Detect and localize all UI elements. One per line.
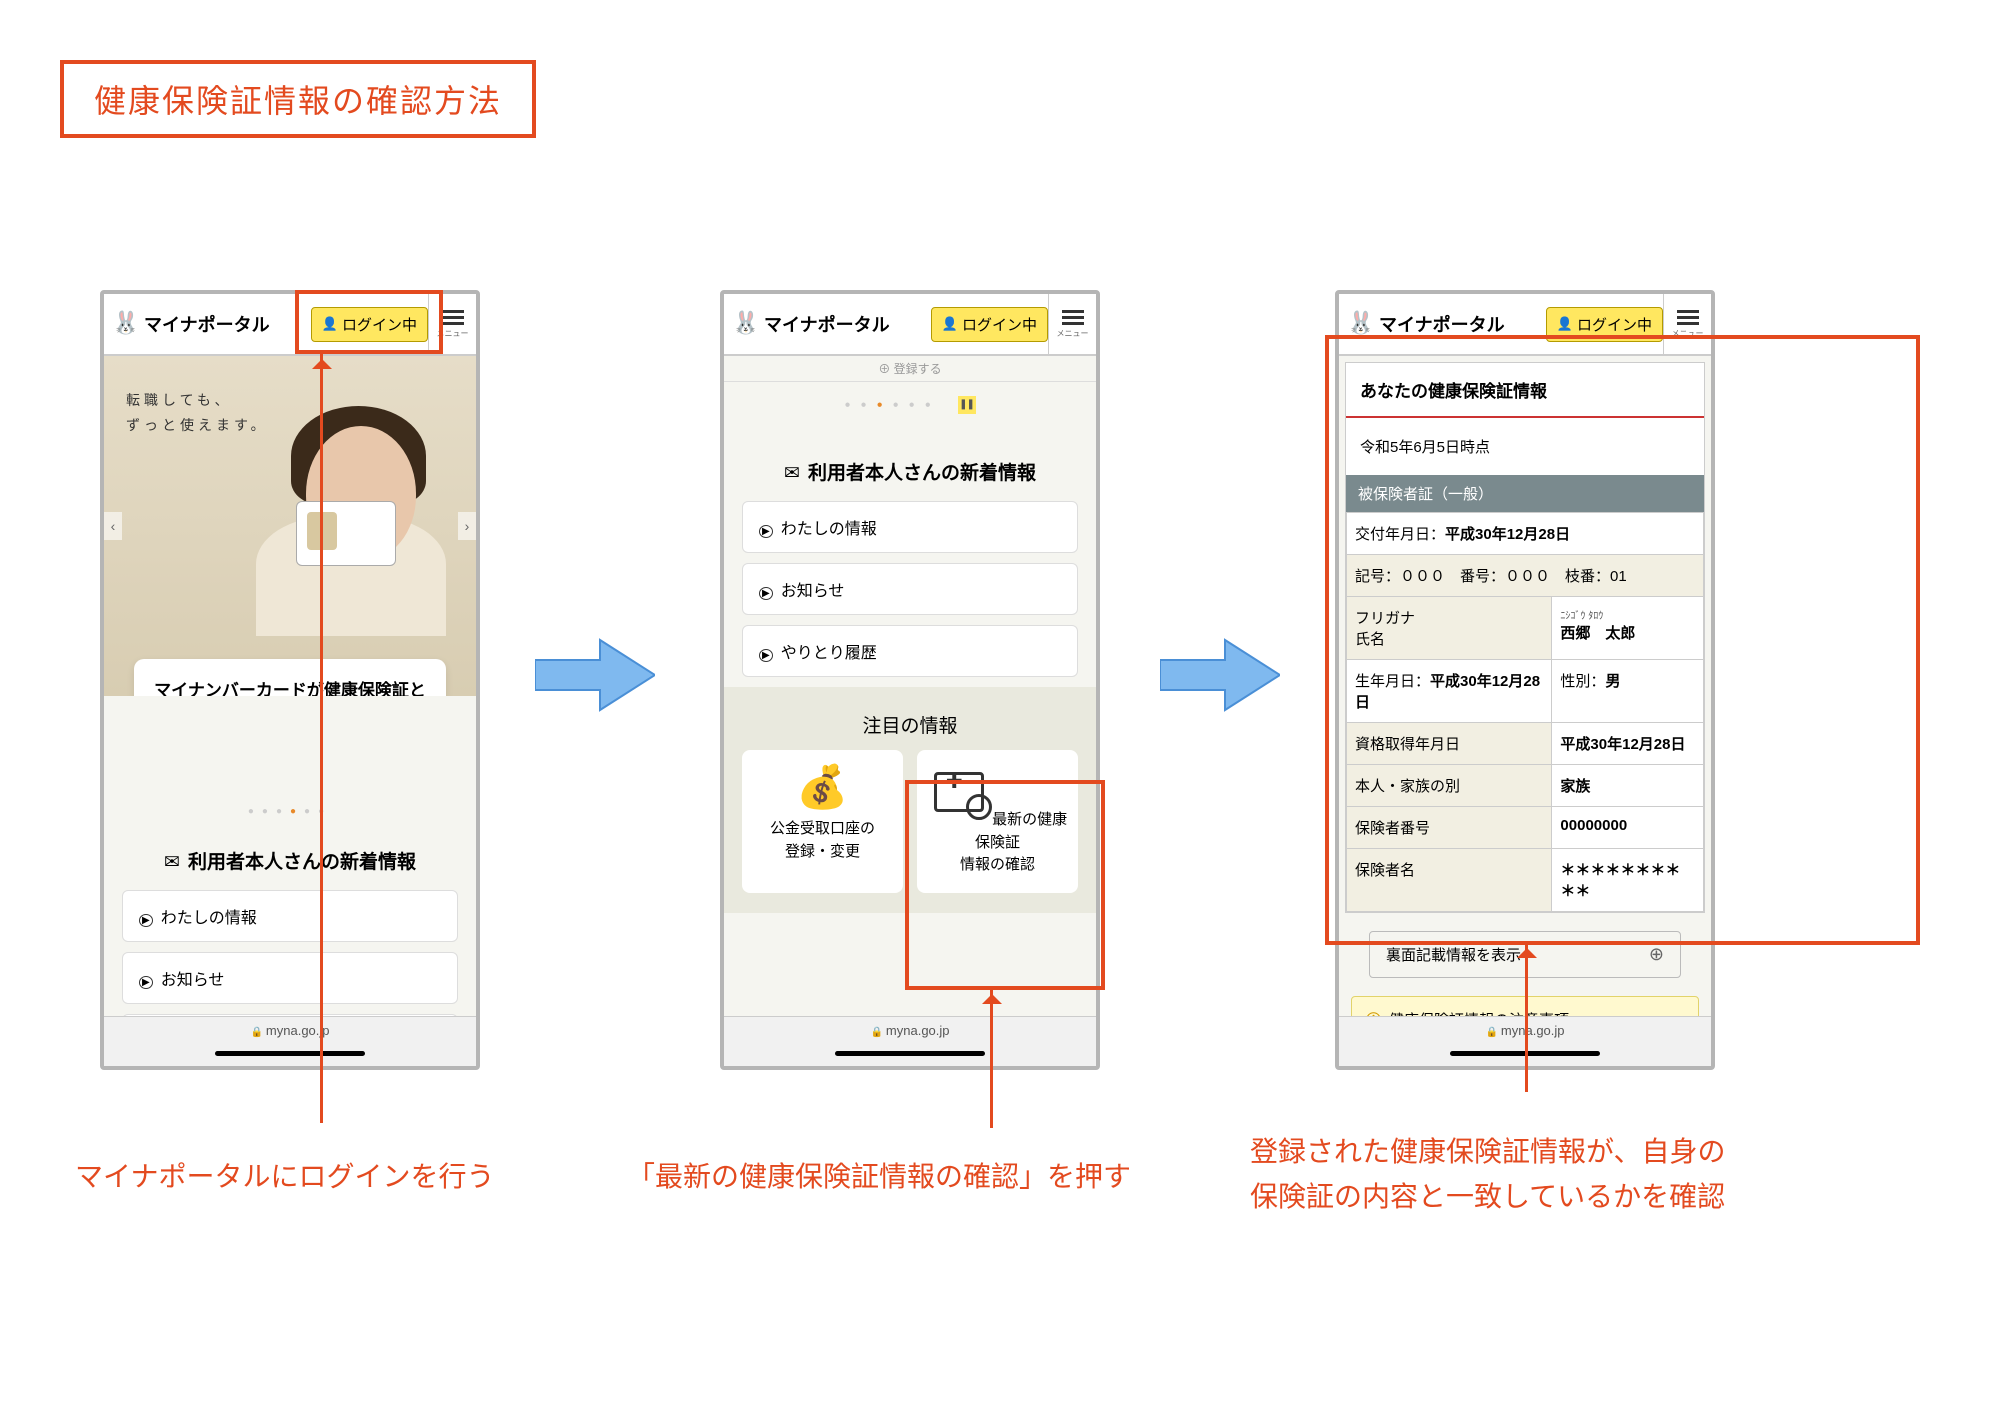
carousel-next-button[interactable]: › [458, 512, 476, 540]
row-relation-label: 本人・家族の別 [1347, 765, 1552, 807]
hamburger-icon [1677, 310, 1699, 313]
hamburger-menu-button[interactable]: メニュー [428, 294, 476, 354]
caption-step-1: マイナポータルにログインを行う [75, 1155, 494, 1200]
link-my-info[interactable]: わたしの情報 [122, 890, 458, 942]
app-header: マイナポータル ログイン中 メニュー [1339, 294, 1711, 356]
login-status-chip[interactable]: ログイン中 [931, 307, 1048, 342]
menu-label: メニュー [1672, 328, 1704, 339]
feature-label: 公金受取口座の 登録・変更 [770, 820, 875, 860]
home-indicator [835, 1051, 985, 1056]
row-issue-date: 交付年月日：平成30年12月28日 [1347, 513, 1704, 555]
document-title: 健康保険証情報の確認方法 [60, 60, 536, 138]
menu-label: メニュー [1057, 328, 1089, 339]
news-section-heading: 利用者本人さんの新着情報 [104, 817, 476, 890]
document-title-text: 健康保険証情報の確認方法 [94, 83, 502, 119]
app-header: マイナポータル ログイン中 メニュー [104, 294, 476, 356]
hamburger-icon [1062, 310, 1084, 313]
bunny-icon [732, 310, 760, 338]
hero-lead-text: マイナンバーカードが健康保険証として利用できます [154, 677, 426, 696]
caption-step-3: 登録された健康保険証情報が、自身の 保険証の内容と一致しているかを確認 [1250, 1130, 1725, 1220]
row-insurer-no-label: 保険者番号 [1347, 807, 1552, 849]
flow-arrow-1 [535, 635, 655, 715]
hamburger-icon [442, 310, 464, 313]
news-section-heading: 利用者本人さんの新着情報 [724, 428, 1096, 501]
portal-name: マイナポータル [144, 311, 270, 337]
hero-tagline: 転職しても、ずっと使えます。 [126, 388, 269, 438]
row-sex: 性別：男 [1552, 660, 1704, 723]
browser-url-bar: myna.go.jp [724, 1016, 1096, 1066]
callout-arrow-3 [1525, 942, 1528, 1092]
row-birth: 生年月日：平成30年12月28日 [1347, 660, 1552, 723]
phone-screenshot-1: マイナポータル ログイン中 メニュー 転職しても、ずっと使えます。 ‹ › マイ… [100, 290, 480, 1070]
browser-url-bar: myna.go.jp [104, 1016, 476, 1066]
insurance-panel-title: あなたの健康保険証情報 [1346, 363, 1704, 418]
phone-screenshot-2: マイナポータル ログイン中 メニュー ⊕ 登録する ●●●●●● ❚❚ 利用者本… [720, 290, 1100, 1070]
featured-grid: 公金受取口座の 登録・変更 最新の健康保険証 情報の確認 [724, 750, 1096, 913]
feature-card-account[interactable]: 公金受取口座の 登録・変更 [742, 750, 903, 893]
carousel-prev-button[interactable]: ‹ [104, 512, 122, 540]
callout-arrow-2 [990, 988, 993, 1128]
login-status-chip[interactable]: ログイン中 [311, 307, 428, 342]
hero-info-panel: マイナンバーカードが健康保険証として利用できます 申し込む [134, 659, 446, 696]
caption-step-2: 「最新の健康保険証情報の確認」を押す [627, 1155, 1131, 1200]
home-indicator [215, 1051, 365, 1056]
hamburger-menu-button[interactable]: メニュー [1663, 294, 1711, 354]
logo[interactable]: マイナポータル [724, 310, 898, 338]
portal-name: マイナポータル [764, 311, 890, 337]
link-history[interactable]: やりとり履歴 [742, 625, 1078, 677]
row-insurer-name-value: ＊＊＊＊＊＊＊＊＊＊ [1552, 849, 1704, 912]
link-notices[interactable]: お知らせ [122, 952, 458, 1004]
certificate-type-header: 被保険者証（一般） [1346, 475, 1704, 512]
row-qualdate-label: 資格取得年月日 [1347, 723, 1552, 765]
row-insurer-name-label: 保険者名 [1347, 849, 1552, 912]
bunny-icon [112, 310, 140, 338]
logo[interactable]: マイナポータル [104, 310, 278, 338]
hero-person-image [266, 396, 456, 636]
row-qualdate-value: 平成30年12月28日 [1552, 723, 1704, 765]
as-of-date: 令和5年6月5日時点 [1346, 418, 1704, 475]
logo[interactable]: マイナポータル [1339, 310, 1513, 338]
menu-label: メニュー [437, 328, 469, 339]
login-status-chip[interactable]: ログイン中 [1546, 307, 1663, 342]
flow-arrow-2 [1160, 635, 1280, 715]
callout-arrow-1 [320, 353, 323, 1123]
featured-heading: 注目の情報 [724, 687, 1096, 750]
portal-name: マイナポータル [1379, 311, 1505, 337]
news-link-list: わたしの情報 お知らせ やりとり履歴 [724, 501, 1096, 677]
carousel-dots: ●●●●●● [104, 696, 476, 817]
pause-icon[interactable]: ❚❚ [958, 396, 976, 414]
link-my-info[interactable]: わたしの情報 [742, 501, 1078, 553]
insurance-details-table: 交付年月日：平成30年12月28日 記号：０００ 番号：０００ 枝番：01 フリ… [1346, 512, 1704, 912]
carousel-dots: ●●●●●● ❚❚ [724, 382, 1096, 428]
row-insurer-no-value: 00000000 [1552, 807, 1704, 849]
money-bag-icon [750, 766, 895, 808]
row-code: 記号：０００ 番号：０００ 枝番：01 [1347, 555, 1704, 597]
medical-card-icon [928, 766, 988, 814]
row-name-label: フリガナ氏名 [1347, 597, 1552, 660]
feature-card-insurance[interactable]: 最新の健康保険証 情報の確認 [917, 750, 1078, 893]
feature-label: 最新の健康保険証 情報の確認 [960, 811, 1067, 873]
insurance-info-panel: あなたの健康保険証情報 令和5年6月5日時点 被保険者証（一般） 交付年月日：平… [1345, 362, 1705, 913]
register-stub[interactable]: ⊕ 登録する [724, 356, 1096, 382]
hamburger-menu-button[interactable]: メニュー [1048, 294, 1096, 354]
bunny-icon [1347, 310, 1375, 338]
link-notices[interactable]: お知らせ [742, 563, 1078, 615]
row-relation-value: 家族 [1552, 765, 1704, 807]
row-name-value: ﾆｼｺﾞｳ ﾀﾛｳ 西郷 太郎 [1552, 597, 1704, 660]
app-header: マイナポータル ログイン中 メニュー [724, 294, 1096, 356]
hero-carousel: 転職しても、ずっと使えます。 ‹ › マイナンバーカードが健康保険証として利用で… [104, 356, 476, 696]
